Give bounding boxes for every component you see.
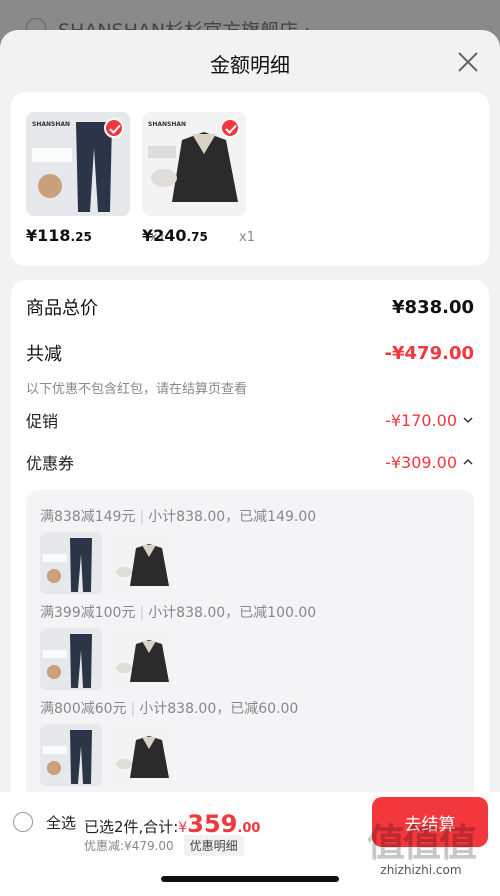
- total-currency: ¥: [178, 820, 188, 836]
- total-price-row: 商品总价 ¥838.00: [26, 294, 474, 320]
- coupon-product-thumb-pants: [40, 628, 102, 690]
- total-reduction-row: 共减 -¥479.00: [26, 340, 474, 366]
- coupon-product-thumb-pants: [40, 724, 102, 786]
- coupon-rule-line: 满838减149元 | 小计838.00，已减149.00: [40, 509, 317, 525]
- discount-note: 以下优惠不包含红包，请在结算页查看: [26, 382, 248, 397]
- coupon-subtotal: 小计838.00，已减149.00: [148, 509, 317, 525]
- promotion-label: 促销: [26, 412, 59, 431]
- sheet-title: 金额明细: [210, 53, 290, 77]
- total-price-label: 商品总价: [26, 298, 98, 319]
- selected-check-icon: [220, 118, 240, 138]
- promotion-row[interactable]: 促销 -¥170.00: [26, 408, 474, 432]
- promotion-value: -¥170.00: [385, 410, 457, 430]
- coupon-rule: 满838减149元: [40, 509, 136, 525]
- product-price: ¥118: [26, 226, 71, 245]
- pants-image-icon: [40, 724, 102, 786]
- product-price: ¥240: [142, 226, 187, 245]
- coupon-rule: 满399减100元: [40, 605, 136, 621]
- sheet-header: 金额明细: [0, 30, 500, 92]
- discount-amount: 优惠减:¥479.00: [84, 839, 174, 853]
- coupon-product-thumb-jacket: [112, 724, 174, 786]
- product-price-line: ¥240 .75 x1: [142, 226, 255, 245]
- product-summary-card: SHANSHAN ¥118 .25 x1 SHANSHAN ¥240 .75 x…: [11, 92, 489, 266]
- jacket-image-icon: [112, 724, 174, 786]
- select-all-radio[interactable]: [13, 812, 33, 832]
- select-all-label[interactable]: 全选: [46, 812, 76, 833]
- amount-detail-sheet: 金额明细 SHANSHAN ¥118 .25 x1 SHANSHAN ¥240 …: [0, 30, 500, 896]
- coupon-rule-line: 满399减100元 | 小计838.00，已减100.00: [40, 605, 317, 621]
- coupon-row[interactable]: 优惠券 -¥309.00: [26, 450, 474, 474]
- coupon-product-thumb-pants: [40, 532, 102, 594]
- watermark: 值值值 zhizhizhi.com: [350, 812, 492, 877]
- watermark-logo: 值值值: [366, 821, 477, 865]
- coupon-rule: 满800减60元: [40, 701, 127, 717]
- selected-count-text: 已选2件,合计:: [84, 818, 179, 836]
- coupon-product-thumb-jacket: [112, 532, 174, 594]
- product-price-decimal: .75: [186, 230, 208, 244]
- total-price-value: ¥838.00: [392, 296, 474, 318]
- product-item-jacket[interactable]: SHANSHAN ¥240 .75 x1: [142, 112, 255, 245]
- selected-check-icon: [104, 118, 124, 138]
- product-price-decimal: .25: [70, 230, 92, 244]
- selected-total: 已选2件,合计: ¥ 359 .00: [84, 810, 260, 838]
- coupon-subtotal: 小计838.00，已减60.00: [139, 701, 299, 717]
- jacket-image-icon: [112, 628, 174, 690]
- jacket-image-icon: [112, 532, 174, 594]
- total-amount: 359: [187, 810, 238, 838]
- coupon-subtotal: 小计838.00，已减100.00: [148, 605, 317, 621]
- total-decimal: .00: [237, 821, 261, 836]
- pants-image-icon: [40, 628, 102, 690]
- total-reduction-label: 共减: [26, 344, 62, 365]
- chevron-up-icon: [463, 458, 473, 465]
- coupon-rule-line: 满800减60元 | 小计838.00，已减60.00: [40, 701, 299, 717]
- coupon-label: 优惠券: [26, 454, 75, 473]
- discount-detail-button[interactable]: 优惠明细: [183, 835, 244, 856]
- pants-image-icon: [40, 532, 102, 594]
- total-reduction-value: -¥479.00: [384, 342, 474, 364]
- svg-text:SHANSHAN: SHANSHAN: [148, 121, 186, 128]
- chevron-down-icon: [463, 417, 473, 424]
- coupon-product-thumb-jacket: [112, 628, 174, 690]
- home-indicator: [161, 876, 339, 882]
- product-thumbnail: SHANSHAN: [26, 112, 130, 216]
- product-quantity: x1: [239, 230, 255, 245]
- coupon-value: -¥309.00: [385, 452, 457, 472]
- svg-text:SHANSHAN: SHANSHAN: [32, 121, 70, 128]
- product-thumbnail: SHANSHAN: [142, 112, 246, 216]
- discount-line: 优惠减:¥479.00 优惠明细: [84, 835, 244, 856]
- close-icon[interactable]: [456, 50, 480, 74]
